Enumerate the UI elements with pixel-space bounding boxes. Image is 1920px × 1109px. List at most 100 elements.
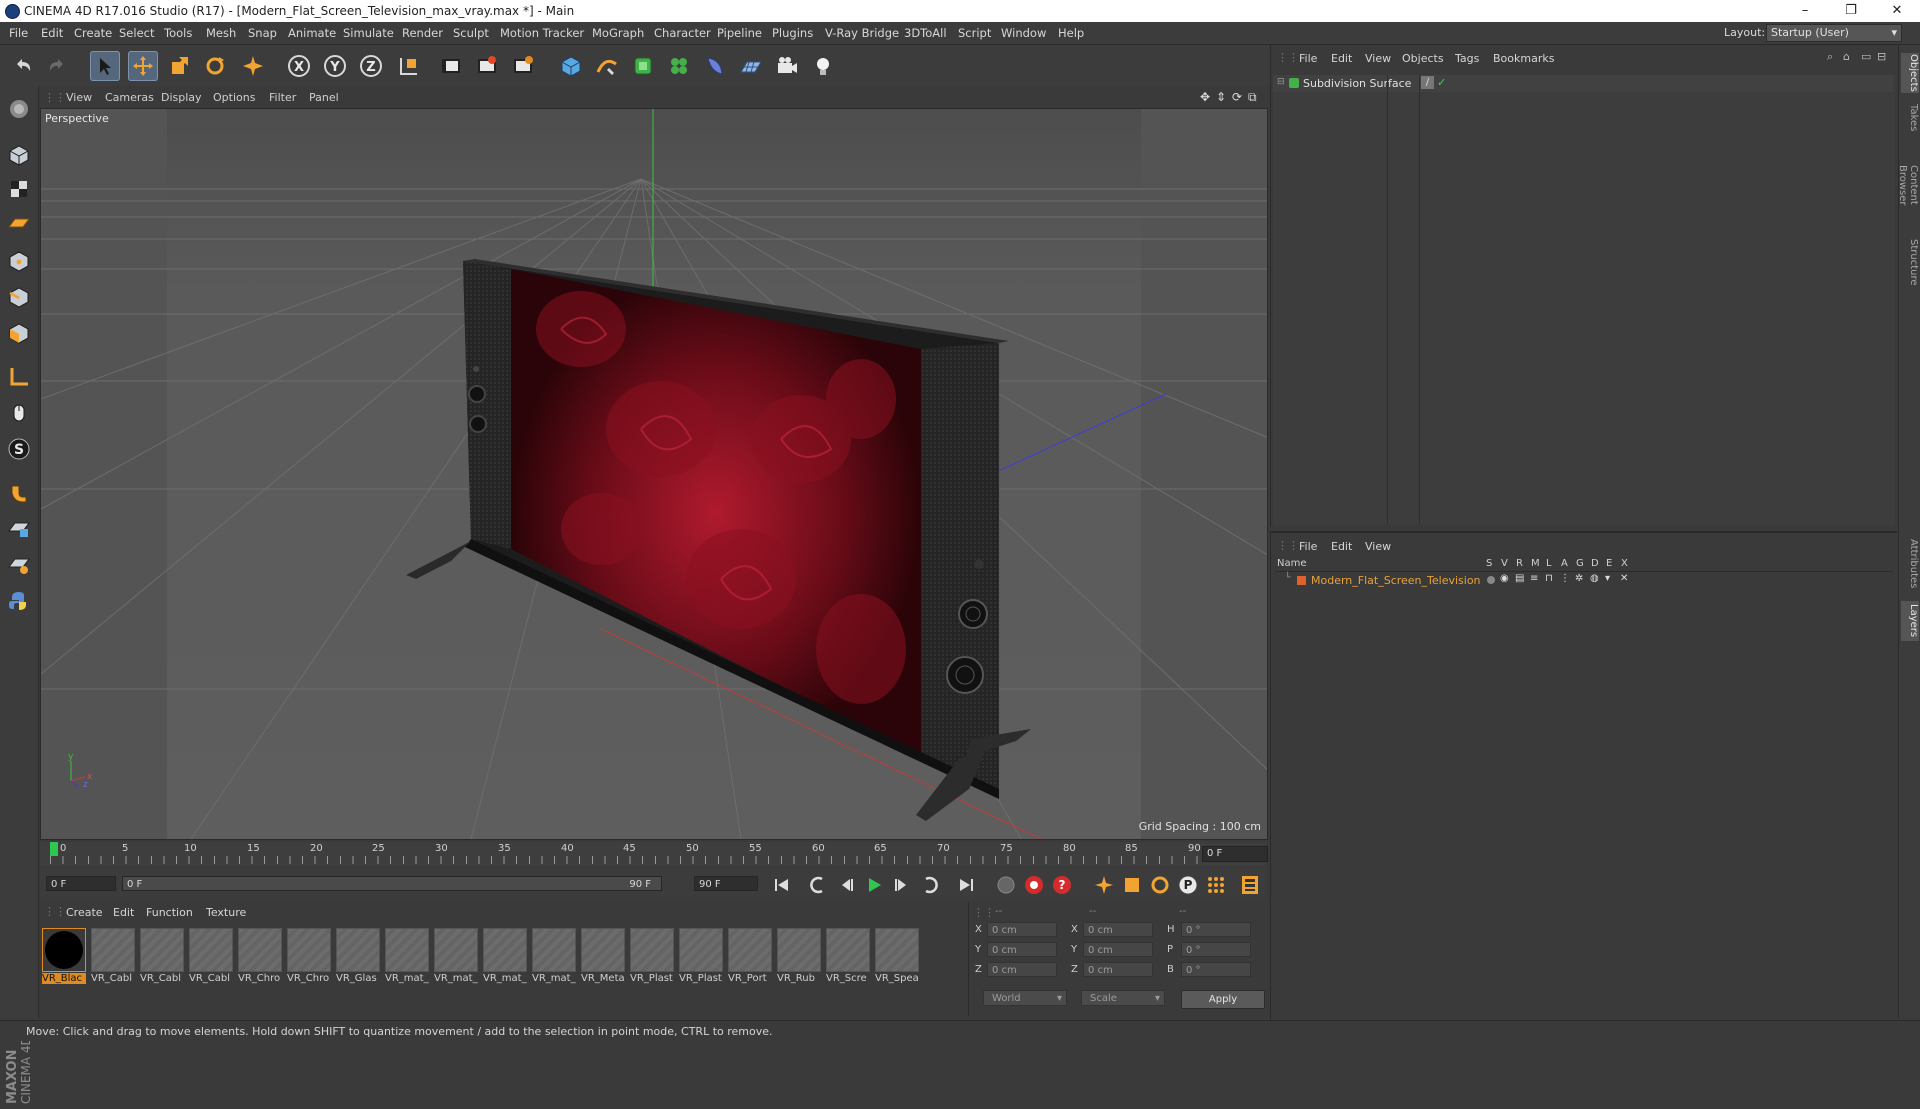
- timeline-ruler[interactable]: 0 5 10 15 20 25 30 35 40 45 50 55 60 65 …: [40, 842, 1268, 866]
- column-locked[interactable]: L: [1546, 558, 1552, 569]
- snapping-icon[interactable]: [4, 478, 34, 508]
- previous-key-icon[interactable]: [806, 873, 830, 897]
- viewport-menu-filter[interactable]: Filter: [269, 91, 296, 104]
- tab-content-browser[interactable]: Content Browser: [1897, 145, 1919, 225]
- size-mode-dropdown[interactable]: Scale ▾: [1081, 990, 1165, 1006]
- object-row-subdivision-surface[interactable]: ⊟ Subdivision Surface ∕ ✓: [1273, 75, 1893, 92]
- viewport-maximize-icon[interactable]: ⧉: [1248, 90, 1257, 105]
- x-axis-icon[interactable]: X: [284, 51, 314, 81]
- viewport-menu-options[interactable]: Options: [213, 91, 255, 104]
- menu-window[interactable]: Window: [1001, 26, 1046, 40]
- tab-attributes[interactable]: Attributes: [1901, 535, 1919, 593]
- tab-layers[interactable]: Layers: [1901, 601, 1919, 641]
- material-swatch[interactable]: VR_Cabl: [91, 928, 135, 990]
- menu-vray-bridge[interactable]: V-Ray Bridge: [825, 26, 899, 40]
- 3d-viewport[interactable]: y z x Perspective Grid Spacing : 100 cm: [40, 108, 1268, 840]
- column-solo[interactable]: S: [1486, 558, 1492, 569]
- material-swatch[interactable]: VR_Scre: [826, 928, 870, 990]
- layer-name[interactable]: Modern_Flat_Screen_Television: [1311, 574, 1481, 587]
- material-swatch[interactable]: VR_mat_: [483, 928, 527, 990]
- menu-snap[interactable]: Snap: [248, 26, 277, 40]
- go-to-start-icon[interactable]: [770, 873, 794, 897]
- tab-takes[interactable]: Takes: [1901, 103, 1919, 133]
- menu-file[interactable]: File: [9, 26, 28, 40]
- layers-menu-view[interactable]: View: [1365, 540, 1391, 553]
- max-frame-field[interactable]: 90 F: [694, 876, 758, 891]
- material-swatch[interactable]: VR_mat_: [434, 928, 478, 990]
- points-mode-icon[interactable]: [4, 246, 34, 276]
- tweak-mode-icon[interactable]: [4, 398, 34, 428]
- key-scale-icon[interactable]: [1120, 873, 1144, 897]
- move-icon[interactable]: [128, 51, 158, 81]
- play-forward-icon[interactable]: [862, 873, 886, 897]
- material-swatch[interactable]: VR_Meta: [581, 928, 625, 990]
- material-menu-function[interactable]: Function: [146, 906, 193, 919]
- solo-toggle-icon[interactable]: [1487, 576, 1495, 584]
- menu-render[interactable]: Render: [402, 26, 443, 40]
- menu-script[interactable]: Script: [958, 26, 991, 40]
- pos-y-field[interactable]: 0 cm: [987, 942, 1057, 957]
- size-y-field[interactable]: 0 cm: [1083, 942, 1153, 957]
- minimize-button[interactable]: –: [1782, 0, 1828, 22]
- apply-button[interactable]: Apply: [1181, 990, 1265, 1009]
- menu-character[interactable]: Character: [654, 26, 711, 40]
- menu-motion-tracker[interactable]: Motion Tracker: [500, 26, 584, 40]
- record-active-objects-icon[interactable]: [1022, 873, 1046, 897]
- rot-p-field[interactable]: 0 °: [1181, 942, 1251, 957]
- menu-simulate[interactable]: Simulate: [343, 26, 394, 40]
- material-swatch[interactable]: VR_Cabl: [140, 928, 184, 990]
- cube-icon[interactable]: [556, 51, 586, 81]
- layers-menu-file[interactable]: File: [1299, 540, 1317, 553]
- layer-color-swatch[interactable]: [1297, 576, 1306, 585]
- menu-select[interactable]: Select: [119, 26, 154, 40]
- column-animation[interactable]: A: [1561, 558, 1568, 569]
- cloner-icon[interactable]: [664, 51, 694, 81]
- objects-menu-tags[interactable]: Tags: [1455, 52, 1479, 65]
- deformer-icon[interactable]: [700, 51, 730, 81]
- world-coordinates-icon[interactable]: [394, 51, 424, 81]
- end-frame-field[interactable]: 0 F: [1202, 846, 1268, 862]
- material-swatch[interactable]: VR_Glas: [336, 928, 380, 990]
- subdivision-surface-icon[interactable]: [628, 51, 658, 81]
- tab-structure[interactable]: Structure: [1901, 237, 1919, 287]
- pos-z-field[interactable]: 0 cm: [987, 962, 1057, 977]
- grid-lock-icon[interactable]: [4, 514, 34, 544]
- animation-icon[interactable]: ⋮: [1560, 573, 1570, 584]
- objects-menu-view[interactable]: View: [1365, 52, 1391, 65]
- deformers-icon[interactable]: ◍: [1590, 573, 1599, 584]
- column-expressions[interactable]: E: [1606, 558, 1612, 569]
- edges-mode-icon[interactable]: [4, 282, 34, 312]
- frame-ruler[interactable]: 0 5 10 15 20 25 30 35 40 45 50 55 60 65 …: [50, 842, 1201, 866]
- next-key-icon[interactable]: [918, 873, 942, 897]
- material-swatch[interactable]: VR_Rub: [777, 928, 821, 990]
- material-swatch[interactable]: VR_Spea: [875, 928, 919, 990]
- expand-icon[interactable]: ⊟: [1277, 77, 1285, 87]
- layout-dropdown[interactable]: Startup (User) ▾: [1766, 24, 1902, 42]
- size-z-field[interactable]: 0 cm: [1083, 962, 1153, 977]
- layer-row[interactable]: └ Modern_Flat_Screen_Television ◉ ▤ ≡ ⊓ …: [1275, 573, 1893, 589]
- solo-mode-icon[interactable]: S: [4, 434, 34, 464]
- material-swatch[interactable]: VR_Blac: [42, 928, 86, 990]
- y-axis-icon[interactable]: Y: [320, 51, 350, 81]
- preview-range-slider[interactable]: 0 F 90 F: [122, 876, 662, 891]
- key-rotation-icon[interactable]: [1148, 873, 1172, 897]
- menu-animate[interactable]: Animate: [288, 26, 336, 40]
- menu-tools[interactable]: Tools: [164, 26, 192, 40]
- layers-menu-edit[interactable]: Edit: [1331, 540, 1352, 553]
- polygons-mode-icon[interactable]: [4, 318, 34, 348]
- axis-mode-icon[interactable]: [4, 362, 34, 392]
- playhead-marker[interactable]: [50, 842, 58, 856]
- redo-icon[interactable]: [42, 51, 72, 81]
- material-swatch[interactable]: VR_Plast: [679, 928, 723, 990]
- column-render[interactable]: R: [1516, 558, 1523, 569]
- material-swatch[interactable]: VR_Chro: [238, 928, 282, 990]
- menu-mograph[interactable]: MoGraph: [592, 26, 644, 40]
- xref-icon[interactable]: ✕: [1620, 573, 1628, 584]
- viewport-menu-cameras[interactable]: Cameras: [105, 91, 154, 104]
- objects-menu-objects[interactable]: Objects: [1402, 52, 1444, 65]
- scale-icon[interactable]: [164, 51, 194, 81]
- undo-icon[interactable]: [8, 51, 38, 81]
- new-window-icon[interactable]: ▭: [1861, 50, 1871, 63]
- timeline-window-icon[interactable]: [1238, 873, 1262, 897]
- render-clapper-icon[interactable]: ▤: [1515, 573, 1524, 584]
